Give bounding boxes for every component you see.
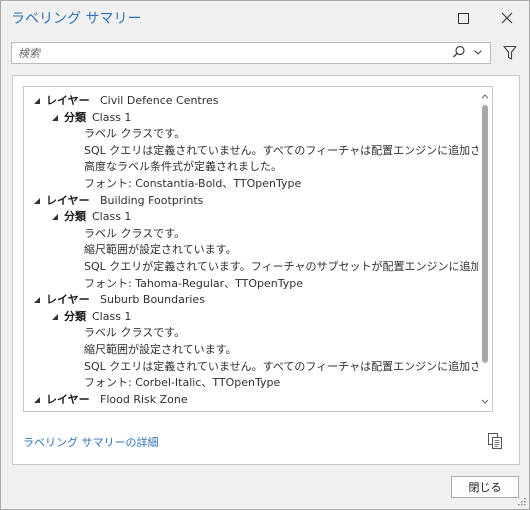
search-input[interactable] xyxy=(18,44,438,62)
layer-name: Building Footprints xyxy=(100,193,204,207)
class-detail-text: SQL クエリは定義されていません。すべてのフィーチャは配置エンジンに追加されま… xyxy=(84,359,493,373)
class-name: Class 1 xyxy=(92,309,132,323)
restore-button[interactable] xyxy=(443,1,483,35)
class-keyword: 分類 xyxy=(64,110,86,124)
tree-detail-row: 縮尺範囲が設定されています。 xyxy=(24,242,490,259)
class-detail-text: SQL クエリが定義されています。フィーチャのサブセットが配置エンジンに追加され… xyxy=(84,259,493,273)
tree-detail-row: フォント: Tahoma-Regular、TTOpenType xyxy=(24,276,490,293)
tree-detail-row: SQL クエリが定義されています。フィーチャのサブセットが配置エンジンに追加され… xyxy=(24,259,493,276)
layer-name: Flood Risk Zone xyxy=(100,392,188,406)
tree-detail-row: SQL クエリは定義されていません。すべてのフィーチャは配置エンジンに追加されま… xyxy=(24,143,493,160)
labeling-summary-details-link[interactable]: ラベリング サマリーの詳細 xyxy=(23,434,159,450)
tree-detail-row: SQL クエリは定義されていません。すべてのフィーチャは配置エンジンに追加されま… xyxy=(24,359,493,376)
layer-name: Civil Defence Centres xyxy=(100,94,219,107)
summary-tree: レイヤー Civil Defence Centres 分類 Class 1 ラベル クラ… xyxy=(23,86,493,412)
class-detail-text: 縮尺範囲が設定されています。 xyxy=(84,342,237,356)
scroll-down-arrow-icon[interactable] xyxy=(478,395,492,409)
expand-triangle-icon[interactable] xyxy=(32,193,42,209)
expand-triangle-icon[interactable] xyxy=(50,209,60,225)
class-detail-text: SQL クエリは定義されていません。すべてのフィーチャは配置エンジンに追加されま… xyxy=(84,143,493,157)
expand-triangle-icon[interactable] xyxy=(50,309,60,325)
tree-class-row[interactable]: 分類 Class 1 xyxy=(24,110,490,127)
tree-detail-row: 縮尺範囲が設定されています。 xyxy=(24,342,490,359)
tree-detail-row: ラベル クラスです。 xyxy=(24,226,490,243)
class-detail-text: フォント: Corbel-Italic、TTOpenType xyxy=(84,376,281,390)
chevron-down-icon[interactable] xyxy=(473,46,483,58)
close-button[interactable]: 閉じる xyxy=(451,476,519,498)
resize-grip-icon[interactable] xyxy=(517,497,527,507)
labeling-summary-dialog: ラベリング サマリー レイ xyxy=(0,0,530,510)
tree-layer-row[interactable]: レイヤー Flood Risk Zone xyxy=(24,392,490,409)
search-box xyxy=(11,42,491,64)
close-x-icon xyxy=(501,12,513,24)
class-detail-text: フォント: Constantia-Bold、TTOpenType xyxy=(84,176,302,190)
class-keyword: 分類 xyxy=(64,210,86,224)
class-detail-text: 高度なラベル条件式が定義されました。 xyxy=(84,160,282,174)
filter-button[interactable] xyxy=(499,42,521,64)
restore-square-icon xyxy=(457,12,469,24)
layer-keyword: レイヤー xyxy=(46,94,90,107)
layer-keyword: レイヤー xyxy=(46,392,90,406)
class-detail-text: 縮尺範囲が設定されています。 xyxy=(84,243,237,257)
summary-panel: レイヤー Civil Defence Centres 分類 Class 1 ラベル クラ… xyxy=(12,75,520,465)
scrollbar-thumb[interactable] xyxy=(482,105,488,363)
tree-detail-row: フォント: Corbel-Italic、TTOpenType xyxy=(24,375,490,392)
funnel-icon xyxy=(503,45,517,60)
scroll-up-arrow-icon[interactable] xyxy=(478,89,492,103)
layer-keyword: レイヤー xyxy=(46,293,90,307)
class-detail-text: ラベル クラスです。 xyxy=(84,326,186,340)
tree-content: レイヤー Civil Defence Centres 分類 Class 1 ラベル クラ… xyxy=(24,93,493,409)
class-name: Class 1 xyxy=(92,110,132,124)
class-detail-text: フォント: Tahoma-Regular、TTOpenType xyxy=(84,276,304,290)
tree-layer-row[interactable]: レイヤー Suburb Boundaries xyxy=(24,292,490,309)
copy-icon xyxy=(488,433,502,449)
class-name: Class 1 xyxy=(92,210,132,224)
expand-triangle-icon[interactable] xyxy=(32,292,42,308)
tree-layer-row[interactable]: レイヤー Building Footprints xyxy=(24,193,490,210)
tree-detail-row: フォント: Constantia-Bold、TTOpenType xyxy=(24,176,490,193)
vertical-scrollbar[interactable] xyxy=(478,87,492,411)
class-keyword: 分類 xyxy=(64,309,86,323)
copy-button[interactable] xyxy=(487,432,503,450)
title-bar: ラベリング サマリー xyxy=(1,1,529,35)
tree-detail-row: ラベル クラスです。 xyxy=(24,325,490,342)
class-detail-text: ラベル クラスです。 xyxy=(84,127,186,141)
tree-layer-row[interactable]: レイヤー Civil Defence Centres xyxy=(24,93,490,110)
magnifier-icon[interactable] xyxy=(452,45,466,59)
expand-triangle-icon[interactable] xyxy=(32,392,42,408)
tree-class-row[interactable]: 分類 Class 1 xyxy=(24,309,490,326)
expand-triangle-icon[interactable] xyxy=(50,110,60,126)
expand-triangle-icon[interactable] xyxy=(32,93,42,109)
layer-name: Suburb Boundaries xyxy=(100,293,205,307)
tree-detail-row: ラベル クラスです。 xyxy=(24,126,490,143)
layer-keyword: レイヤー xyxy=(46,193,90,207)
tree-detail-row: 高度なラベル条件式が定義されました。 xyxy=(24,159,490,176)
tree-class-row[interactable]: 分類 Class 1 xyxy=(24,209,490,226)
class-detail-text: ラベル クラスです。 xyxy=(84,226,186,240)
search-bar xyxy=(11,42,491,64)
dialog-title: ラベリング サマリー xyxy=(11,11,142,27)
close-window-button[interactable] xyxy=(487,1,527,35)
